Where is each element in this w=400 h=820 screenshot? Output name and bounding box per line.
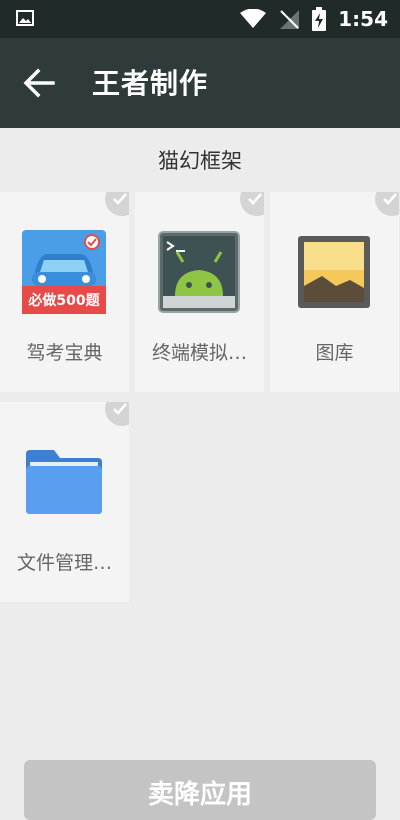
app-tile-terminal[interactable]: 终端模拟… xyxy=(135,192,264,392)
app-label: 文件管理… xyxy=(16,552,112,574)
app-label: 驾考宝典 xyxy=(26,342,103,364)
gallery-icon xyxy=(292,230,376,314)
bottom-button-label: 卖降应用 xyxy=(147,780,252,810)
selected-check xyxy=(375,192,399,216)
bottom-action-button[interactable]: 卖降应用 xyxy=(24,760,376,820)
checkmark-icon xyxy=(248,193,262,205)
app-bar: 王者制作 xyxy=(0,38,400,128)
app-tile-driving-test[interactable]: 必做500题 驾考宝典 xyxy=(0,192,129,392)
selected-check xyxy=(105,402,129,426)
image-notification-icon xyxy=(16,10,34,26)
app-label: 终端模拟… xyxy=(151,342,247,364)
selected-check xyxy=(105,192,129,216)
page-title: 王者制作 xyxy=(92,67,209,100)
driving-test-badge-text: 必做500题 xyxy=(28,293,100,309)
back-arrow-icon xyxy=(23,68,55,98)
status-bar: 1:54 xyxy=(0,0,400,38)
section-title: 猫幻框架 xyxy=(158,149,242,173)
checkmark-icon xyxy=(383,193,397,205)
checkmark-icon xyxy=(113,403,127,415)
checkmark-icon xyxy=(113,193,127,205)
android-terminal-icon xyxy=(157,230,241,314)
back-button[interactable] xyxy=(14,58,64,108)
clock-time: 1:54 xyxy=(338,7,388,31)
selected-check xyxy=(240,192,264,216)
folder-icon xyxy=(22,440,106,524)
app-tile-gallery[interactable]: 图库 xyxy=(270,192,399,392)
no-signal-icon xyxy=(280,10,300,29)
app-tile-file-manager[interactable]: 文件管理… xyxy=(0,402,129,602)
wifi-icon xyxy=(240,9,267,28)
app-label: 图库 xyxy=(315,342,354,364)
driving-test-icon: 必做500题 xyxy=(22,230,106,314)
battery-charging-icon xyxy=(312,7,327,31)
